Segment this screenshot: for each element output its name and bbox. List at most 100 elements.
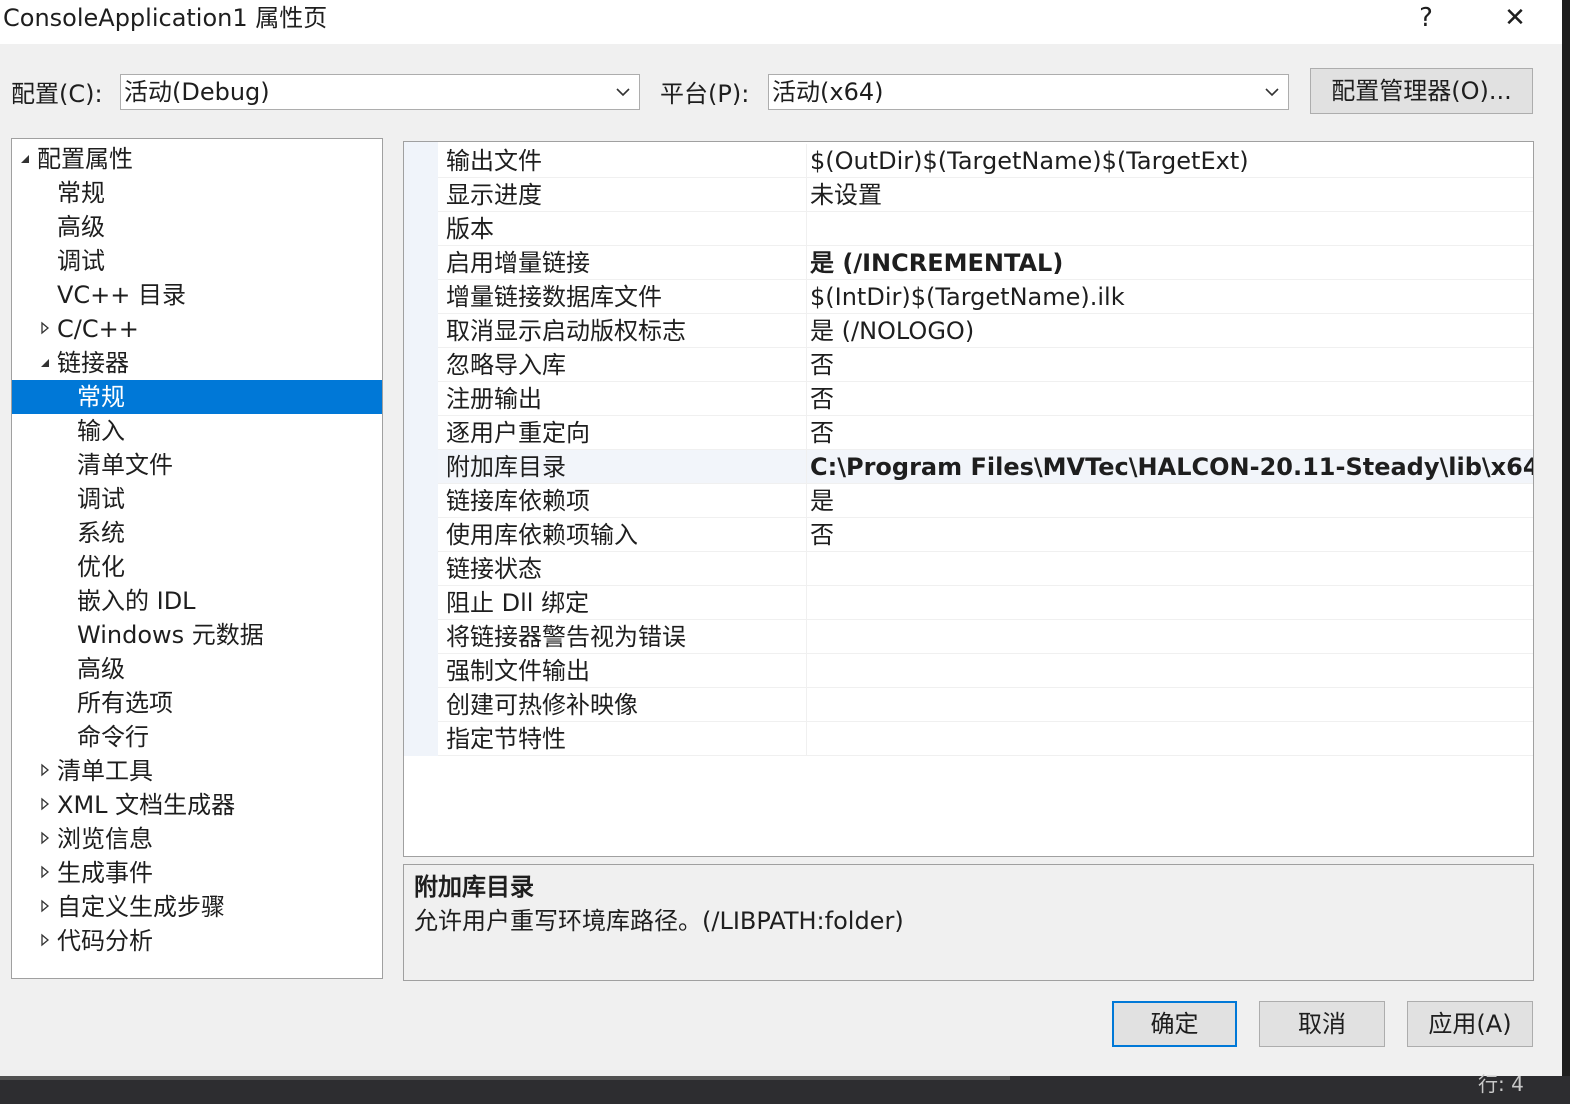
- expanded-arrow-icon[interactable]: [39, 354, 51, 370]
- platform-dropdown[interactable]: 活动(x64): [768, 74, 1289, 110]
- tree-item[interactable]: 命令行: [12, 720, 382, 754]
- tree-item[interactable]: C/C++: [12, 312, 382, 346]
- property-tree[interactable]: 配置属性 常规 高级 调试 VC++ 目录 C/C++ 链接器 常规 输入 清单文件 调试 系统 优化嵌…: [11, 138, 383, 979]
- tree-item-label: 高级: [57, 213, 105, 241]
- tree-item[interactable]: 优化: [12, 550, 382, 584]
- tree-item[interactable]: 代码分析: [12, 924, 382, 958]
- property-row[interactable]: 附加库目录 C:\Program Files\MVTec\HALCON-20.11…: [438, 450, 1533, 484]
- chevron-down-icon: [1265, 88, 1279, 97]
- property-grid[interactable]: 输出文件 $(OutDir)$(TargetName)$(TargetExt) 显示…: [403, 141, 1534, 857]
- property-row[interactable]: 强制文件输出: [438, 654, 1533, 688]
- property-row[interactable]: 取消显示启动版权标志 是 (/NOLOGO): [438, 314, 1533, 348]
- tree-item[interactable]: XML 文档生成器: [12, 788, 382, 822]
- collapsed-arrow-icon[interactable]: [39, 762, 51, 778]
- tree-item[interactable]: 配置属性: [12, 142, 382, 176]
- tree-item-label: 自定义生成步骤: [57, 893, 225, 921]
- property-row[interactable]: 逐用户重定向 否: [438, 416, 1533, 450]
- tree-item[interactable]: 生成事件: [12, 856, 382, 890]
- tree-item-label: 清单工具: [57, 757, 153, 785]
- help-button[interactable]: ?: [1404, 0, 1448, 36]
- ide-scrollbar[interactable]: [0, 1076, 1010, 1080]
- close-button[interactable]: ✕: [1490, 0, 1540, 36]
- property-row[interactable]: 将链接器警告视为错误: [438, 620, 1533, 654]
- platform-label: 平台(P):: [660, 80, 750, 108]
- column-divider: [806, 450, 807, 484]
- tree-item[interactable]: 嵌入的 IDL: [12, 584, 382, 618]
- collapsed-arrow-icon[interactable]: [39, 932, 51, 948]
- property-value[interactable]: 是 (/INCREMENTAL): [810, 247, 1533, 279]
- tree-item[interactable]: 高级: [12, 210, 382, 244]
- property-value[interactable]: 否: [810, 383, 1533, 415]
- collapsed-arrow-icon[interactable]: [39, 796, 51, 812]
- property-value[interactable]: 否: [810, 417, 1533, 449]
- tree-item-label: 所有选项: [77, 689, 173, 717]
- property-row[interactable]: 创建可热修补映像: [438, 688, 1533, 722]
- tree-item[interactable]: 链接器: [12, 346, 382, 380]
- chevron-down-icon: [616, 88, 630, 97]
- tree-item-label: 优化: [77, 553, 125, 581]
- ok-button[interactable]: 确定: [1112, 1001, 1237, 1047]
- tree-item[interactable]: 系统: [12, 516, 382, 550]
- tree-item[interactable]: 常规: [12, 176, 382, 210]
- property-value[interactable]: 是: [810, 485, 1533, 517]
- description-panel: 附加库目录 允许用户重写环境库路径。(/LIBPATH:folder): [403, 864, 1534, 981]
- property-row[interactable]: 注册输出 否: [438, 382, 1533, 416]
- property-value[interactable]: 未设置: [810, 179, 1533, 211]
- property-row[interactable]: 显示进度 未设置: [438, 178, 1533, 212]
- property-value[interactable]: 是 (/NOLOGO): [810, 315, 1533, 347]
- tree-item[interactable]: VC++ 目录: [12, 278, 382, 312]
- tree-item[interactable]: 高级: [12, 652, 382, 686]
- property-value[interactable]: 否: [810, 519, 1533, 551]
- tree-item[interactable]: 输入: [12, 414, 382, 448]
- property-value[interactable]: $(OutDir)$(TargetName)$(TargetExt): [810, 145, 1533, 177]
- property-name: 逐用户重定向: [446, 419, 590, 447]
- property-name: 版本: [446, 215, 494, 243]
- tree-item[interactable]: 清单文件: [12, 448, 382, 482]
- property-row[interactable]: 版本: [438, 212, 1533, 246]
- tree-item[interactable]: 调试: [12, 244, 382, 278]
- property-row[interactable]: 链接库依赖项 是: [438, 484, 1533, 518]
- tree-item[interactable]: 清单工具: [12, 754, 382, 788]
- column-divider: [806, 382, 807, 416]
- tree-item-label: 调试: [57, 247, 105, 275]
- property-row[interactable]: 忽略导入库 否: [438, 348, 1533, 382]
- property-name: 忽略导入库: [446, 351, 566, 379]
- tree-item[interactable]: 调试: [12, 482, 382, 516]
- configuration-manager-button[interactable]: 配置管理器(O)...: [1310, 68, 1533, 114]
- property-row[interactable]: 指定节特性: [438, 722, 1533, 756]
- column-divider: [806, 314, 807, 348]
- tree-item-label: 命令行: [77, 723, 149, 751]
- apply-button[interactable]: 应用(A): [1407, 1001, 1533, 1047]
- property-row[interactable]: 启用增量链接 是 (/INCREMENTAL): [438, 246, 1533, 280]
- property-name: 显示进度: [446, 181, 542, 209]
- collapsed-arrow-icon[interactable]: [39, 864, 51, 880]
- grid-margin: [404, 142, 438, 756]
- collapsed-arrow-icon[interactable]: [39, 830, 51, 846]
- property-value[interactable]: 否: [810, 349, 1533, 381]
- property-value[interactable]: $(IntDir)$(TargetName).ilk: [810, 281, 1533, 313]
- property-row[interactable]: 链接状态: [438, 552, 1533, 586]
- property-name: 输出文件: [446, 147, 542, 175]
- column-divider: [806, 416, 807, 450]
- cancel-button[interactable]: 取消: [1259, 1001, 1385, 1047]
- tree-item[interactable]: 浏览信息: [12, 822, 382, 856]
- property-row[interactable]: 输出文件 $(OutDir)$(TargetName)$(TargetExt): [438, 144, 1533, 178]
- property-value[interactable]: C:\Program Files\MVTec\HALCON-20.11-Stea…: [810, 451, 1533, 483]
- configuration-dropdown[interactable]: 活动(Debug): [120, 74, 640, 110]
- property-row[interactable]: 增量链接数据库文件 $(IntDir)$(TargetName).ilk: [438, 280, 1533, 314]
- collapsed-arrow-icon[interactable]: [39, 898, 51, 914]
- ide-background-bottom: [0, 1076, 1570, 1104]
- tree-item[interactable]: 自定义生成步骤: [12, 890, 382, 924]
- expanded-arrow-icon[interactable]: [19, 150, 31, 166]
- tree-item[interactable]: Windows 元数据: [12, 618, 382, 652]
- tree-item[interactable]: 常规: [12, 380, 382, 414]
- property-row[interactable]: 使用库依赖项输入 否: [438, 518, 1533, 552]
- ide-background-right: [1562, 0, 1570, 1076]
- collapsed-arrow-icon[interactable]: [39, 320, 51, 336]
- property-row[interactable]: 阻止 Dll 绑定: [438, 586, 1533, 620]
- column-divider: [806, 586, 807, 620]
- description-title: 附加库目录: [414, 873, 534, 901]
- column-divider: [806, 484, 807, 518]
- tree-item[interactable]: 所有选项: [12, 686, 382, 720]
- tree-item-label: 清单文件: [77, 451, 173, 479]
